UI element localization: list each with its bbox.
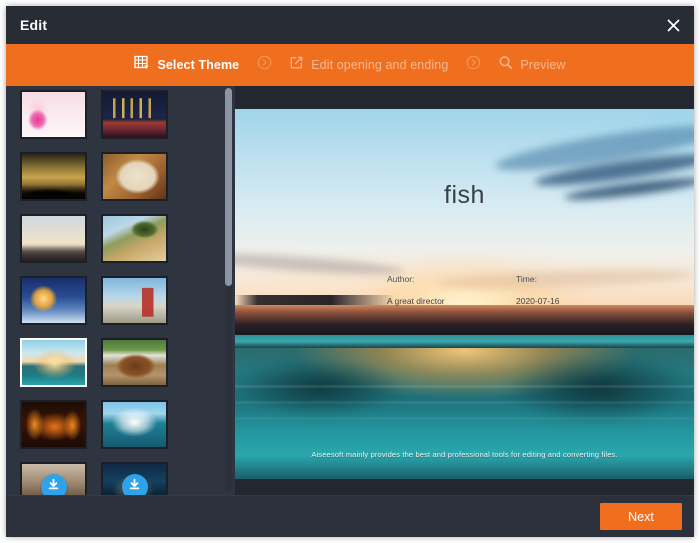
theme-thumb-snow-cabin[interactable]	[20, 276, 87, 325]
thumbnail-art-detail	[22, 278, 85, 323]
theme-thumb-interior[interactable]	[20, 462, 87, 496]
toolbar-separator-2	[450, 44, 496, 86]
preview-time-value: 2020-07-16	[516, 294, 559, 308]
preview-pane: fish Author: A great director Time: 2020…	[235, 86, 694, 496]
toolbar-separator-1	[241, 44, 287, 86]
thumbnail-art-detail	[22, 154, 85, 199]
preview-ripple-1	[235, 385, 694, 388]
preview-stage[interactable]: fish Author: A great director Time: 2020…	[235, 109, 694, 479]
toolbar-step-label: Edit opening and ending	[311, 58, 448, 72]
theme-thumb-ocean-wave[interactable]	[101, 400, 168, 449]
thumbnail-art-detail	[22, 340, 85, 385]
preview-water-shadow-right	[504, 353, 694, 423]
theme-thumb-eiffel-tower[interactable]	[20, 214, 87, 263]
theme-thumb-pagoda[interactable]	[101, 276, 168, 325]
theme-list-scrollbar-thumb[interactable]	[225, 88, 232, 286]
thumbnail-art-detail	[22, 92, 85, 137]
thumbnail-art-detail	[22, 402, 85, 447]
theme-thumb-parchment[interactable]	[101, 152, 168, 201]
edit-square-icon	[289, 55, 304, 75]
theme-thumb-sunset-hands[interactable]	[20, 152, 87, 201]
theme-thumb-cupcake[interactable]	[20, 90, 87, 139]
theme-sidebar	[6, 86, 235, 496]
theme-thumb-lake-sunset[interactable]	[20, 338, 87, 387]
search-icon	[498, 55, 513, 75]
theme-list-scrollbar[interactable]	[225, 88, 232, 492]
theme-download-button[interactable]	[122, 474, 148, 497]
thumbnail-art-base	[103, 92, 166, 137]
preview-ripple-3	[235, 417, 694, 420]
thumbnail-art-detail	[103, 340, 166, 385]
edit-window: Edit Select Theme	[6, 6, 694, 537]
toolbar-step-label: Select Theme	[157, 58, 239, 72]
content-area: fish Author: A great director Time: 2020…	[6, 86, 694, 496]
theme-grid-icon	[134, 55, 150, 76]
theme-thumb-horse-racing[interactable]	[101, 338, 168, 387]
preview-author-value: A great director	[387, 294, 445, 308]
thumbnail-art-detail	[103, 154, 166, 199]
theme-thumb-halloween[interactable]	[20, 400, 87, 449]
toolbar-step-label: Preview	[520, 58, 565, 72]
toolbar-step-edit-opening-ending[interactable]: Edit opening and ending	[287, 55, 450, 75]
thumbnail-art-tower	[22, 216, 85, 261]
preview-title: fish	[235, 181, 694, 210]
toolbar-step-select-theme[interactable]: Select Theme	[132, 55, 241, 76]
footer-bar: Next	[6, 495, 694, 537]
thumbnail-art-detail	[103, 402, 166, 447]
chevron-right-circle-icon	[257, 55, 272, 75]
download-icon	[46, 477, 61, 497]
chevron-right-circle-icon	[466, 55, 481, 75]
next-button[interactable]: Next	[600, 503, 682, 530]
thumbnail-art-detail	[103, 216, 166, 261]
preview-author-label: Author:	[387, 272, 445, 286]
preview-horizon	[235, 305, 694, 339]
preview-time-label: Time:	[516, 272, 559, 286]
theme-thumb-night-city[interactable]	[101, 462, 168, 496]
window-title: Edit	[20, 17, 47, 33]
theme-thumbnail-grid	[20, 90, 220, 496]
theme-thumb-motocross[interactable]	[101, 214, 168, 263]
step-toolbar: Select Theme Edit opening and ending	[6, 44, 694, 86]
preview-ripple-2	[235, 401, 694, 404]
preview-shore-strip	[235, 335, 694, 349]
theme-thumb-candles[interactable]	[101, 90, 168, 139]
close-button[interactable]	[660, 12, 686, 38]
download-icon	[127, 477, 142, 497]
preview-time-block: Time: 2020-07-16	[516, 272, 559, 308]
close-icon	[667, 19, 680, 32]
theme-download-button[interactable]	[41, 474, 67, 497]
toolbar-step-preview[interactable]: Preview	[496, 55, 567, 75]
preview-caption: Aiseesoft mainly provides the best and p…	[235, 450, 694, 459]
title-bar: Edit	[6, 6, 694, 44]
preview-author-block: Author: A great director	[387, 272, 445, 308]
